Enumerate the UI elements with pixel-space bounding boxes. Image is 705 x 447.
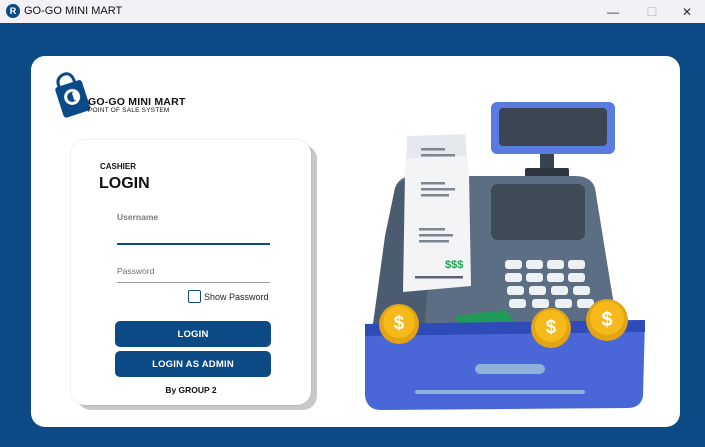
show-password-label[interactable]: Show Password	[204, 292, 269, 302]
show-password-checkbox[interactable]	[188, 290, 201, 303]
password-input[interactable]	[117, 266, 270, 283]
close-button[interactable]: ✕	[669, 0, 705, 23]
app-icon: R	[6, 4, 20, 18]
gold-coin-icon: $	[379, 304, 419, 344]
brand-tagline: POINT OF SALE SYSTEM	[88, 107, 170, 114]
gold-coin-icon: $	[586, 299, 628, 341]
svg-text:$: $	[546, 317, 557, 338]
credits-text: By GROUP 2	[165, 385, 217, 395]
gold-coin-icon: $	[531, 308, 571, 348]
login-heading: LOGIN	[99, 175, 150, 192]
username-label: Username	[117, 212, 159, 222]
svg-text:$: $	[601, 309, 612, 331]
svg-text:$: $	[394, 313, 405, 334]
window-title: GO-GO MINI MART	[24, 5, 123, 17]
receipt-dollar-text: $$$	[445, 259, 463, 271]
drawer-handle	[475, 364, 545, 374]
maximize-button[interactable]: ☐	[634, 0, 670, 23]
title-bar: R GO-GO MINI MART — ☐ ✕	[0, 0, 705, 23]
register-screen	[491, 184, 585, 240]
cash-register-illustration: $$$ $ $ $	[365, 102, 645, 410]
role-label: CASHIER	[100, 162, 137, 171]
username-input[interactable]	[117, 225, 270, 245]
login-button[interactable]: LOGIN	[115, 321, 271, 347]
minimize-button[interactable]: —	[595, 0, 631, 23]
login-as-admin-button[interactable]: LOGIN AS ADMIN	[115, 351, 271, 377]
